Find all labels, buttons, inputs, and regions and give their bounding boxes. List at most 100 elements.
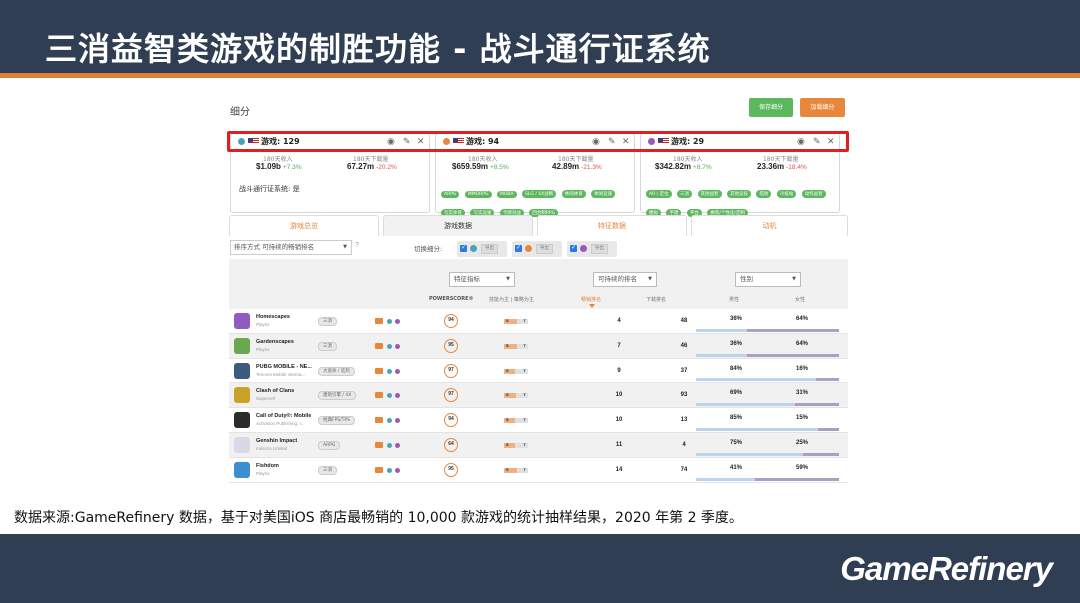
export-button[interactable]: 导出 <box>536 244 553 254</box>
female-percent: 31% <box>795 390 808 397</box>
game-name[interactable]: Genshin Impact <box>256 438 297 444</box>
game-icon[interactable] <box>234 387 250 404</box>
segment-dot <box>387 418 392 424</box>
genre-tag: MOBA <box>496 191 517 198</box>
skill-marker: S <box>506 367 509 373</box>
segment-dot <box>387 319 392 324</box>
table-row[interactable]: Clash of Clans Supercell 建筑引擎 / 4X 97 S T 10 93… <box>229 383 848 409</box>
tab-game-data[interactable]: 游戏数据 <box>383 215 533 236</box>
strategy-marker: T <box>523 367 526 373</box>
male-percent: 36% <box>729 340 742 347</box>
feature-metric-select[interactable]: 特征指标 ▼ <box>449 272 515 287</box>
col-download-rank[interactable]: 下载排名 <box>646 296 666 303</box>
game-icon[interactable] <box>234 412 250 429</box>
tab-feature-data[interactable]: 特征数据 <box>537 215 687 236</box>
male-percent: 41% <box>729 464 742 471</box>
game-publisher: Activision Publishing, I... <box>256 421 305 427</box>
game-icon[interactable] <box>234 362 250 379</box>
checkbox-icon[interactable]: ✓ <box>515 245 522 252</box>
genre-badge: 建筑引擎 / 4X <box>318 391 357 401</box>
game-icon[interactable] <box>234 461 250 478</box>
col-grossing-rank[interactable]: 畅销排名 <box>581 296 601 303</box>
segment-toggle-3[interactable]: ✓ 导出 <box>567 241 617 257</box>
game-publisher: Supercell <box>256 396 275 402</box>
genre-tag: 其他竞技 <box>726 190 751 198</box>
comment-icon[interactable] <box>375 342 383 349</box>
male-percent: 84% <box>729 365 742 372</box>
powerscore-badge: 95 <box>444 462 458 477</box>
segment-toggle-1[interactable]: ✓ 导出 <box>457 241 507 257</box>
save-segment-button[interactable]: 保存细分 <box>749 98 793 117</box>
segment-toggle-2[interactable]: ✓ 导出 <box>512 241 562 257</box>
footer-bar: GameRefinery <box>0 534 1080 603</box>
download-rank: 74 <box>680 466 688 473</box>
gender-select[interactable]: 性别 ▼ <box>735 272 801 287</box>
grossing-rank: 9 <box>617 367 621 374</box>
export-button[interactable]: 导出 <box>591 244 608 254</box>
skill-marker: S <box>506 441 509 447</box>
table-row[interactable]: Call of Duty®: Mobile Activision Publishi… <box>229 408 848 433</box>
sort-select[interactable]: 排序方式 可持续的畅销排名 ▼ <box>230 240 352 255</box>
revenue-value: $342.82m +8.7% <box>655 162 712 171</box>
segment-dot <box>395 467 400 473</box>
comment-icon[interactable] <box>375 417 383 424</box>
comment-icon[interactable] <box>375 392 383 399</box>
powerscore-badge: 64 <box>444 437 458 452</box>
female-percent: 64% <box>795 340 808 347</box>
table-row[interactable]: Gardenscapes Playrix 三消 95 S T 7 46 36% 64% <box>229 333 848 359</box>
male-percent: 69% <box>729 390 742 397</box>
col-female[interactable]: 女性 <box>795 296 805 303</box>
skill-strategy-bar: ST <box>504 467 528 473</box>
powerscore-badge: 94 <box>444 314 458 328</box>
genre-tag: 冷核站 <box>776 190 797 198</box>
load-segment-button[interactable]: 加载细分 <box>800 98 845 117</box>
table-row[interactable]: Homescapes Playrix 三消 94 S T 4 48 36% 64% <box>229 309 848 334</box>
game-name[interactable]: PUBG MOBILE - NE... <box>256 364 312 370</box>
genre-tag: 其他益智 <box>697 190 722 198</box>
downloads-value: 42.89m -21.3% <box>552 162 602 171</box>
game-name[interactable]: Fishdom <box>256 463 279 469</box>
grossing-rank: 11 <box>615 441 623 448</box>
skill-strategy-bar: ST <box>504 441 528 448</box>
grossing-rank: 10 <box>615 392 623 399</box>
skill-marker: S <box>506 342 509 348</box>
game-name[interactable]: Call of Duty®: Mobile <box>256 413 311 419</box>
checkbox-icon[interactable]: ✓ <box>570 245 577 252</box>
table-row[interactable]: Fishdom Playrix 三消 95 S T 14 74 41% 59% <box>229 457 848 483</box>
game-publisher: Playrix <box>256 346 270 352</box>
comment-icon[interactable] <box>375 441 383 448</box>
download-rank: 13 <box>680 417 688 424</box>
col-powerscore[interactable]: POWERSCORE® <box>429 296 473 302</box>
skill-marker: S <box>506 392 509 398</box>
game-icon[interactable] <box>234 313 250 329</box>
game-name[interactable]: Gardenscapes <box>256 339 294 345</box>
download-rank: 37 <box>680 367 688 374</box>
comment-icon[interactable] <box>375 466 383 473</box>
segment-dot <box>395 368 400 374</box>
checkbox-icon[interactable]: ✓ <box>460 245 467 252</box>
game-name[interactable]: Clash of Clans <box>256 388 294 394</box>
male-share-fill <box>696 452 804 456</box>
table-row[interactable]: PUBG MOBILE - NE... Tencent Mobile Intern… <box>229 358 848 384</box>
skill-strategy-bar: ST <box>504 342 528 349</box>
col-male[interactable]: 男性 <box>729 296 739 303</box>
comment-icon[interactable] <box>375 367 383 374</box>
game-publisher: Playrix <box>256 322 270 327</box>
skill-strategy-bar: ST <box>504 367 528 374</box>
help-icon[interactable]: ? <box>355 242 359 249</box>
table-row[interactable]: Genshin Impact miHoYo Limited ARPG 64 S T 11 4 7… <box>229 432 848 458</box>
strategy-marker: T <box>523 392 526 398</box>
comment-icon[interactable] <box>375 318 383 324</box>
game-name[interactable]: Homescapes <box>256 314 290 320</box>
gender-split-bar <box>696 403 839 407</box>
chevron-down-icon: ▼ <box>506 276 510 282</box>
game-icon[interactable] <box>234 337 250 354</box>
rank-select[interactable]: 可持续的排名 ▼ <box>593 272 657 287</box>
tab-game-overview[interactable]: 游戏总览 <box>229 215 379 236</box>
game-icon[interactable] <box>234 436 250 453</box>
chevron-down-icon: ▼ <box>648 276 652 282</box>
export-button[interactable]: 导出 <box>481 244 498 254</box>
male-share-fill <box>696 477 755 481</box>
female-percent: 16% <box>795 365 808 372</box>
tab-motivations[interactable]: 动机 <box>691 215 848 236</box>
